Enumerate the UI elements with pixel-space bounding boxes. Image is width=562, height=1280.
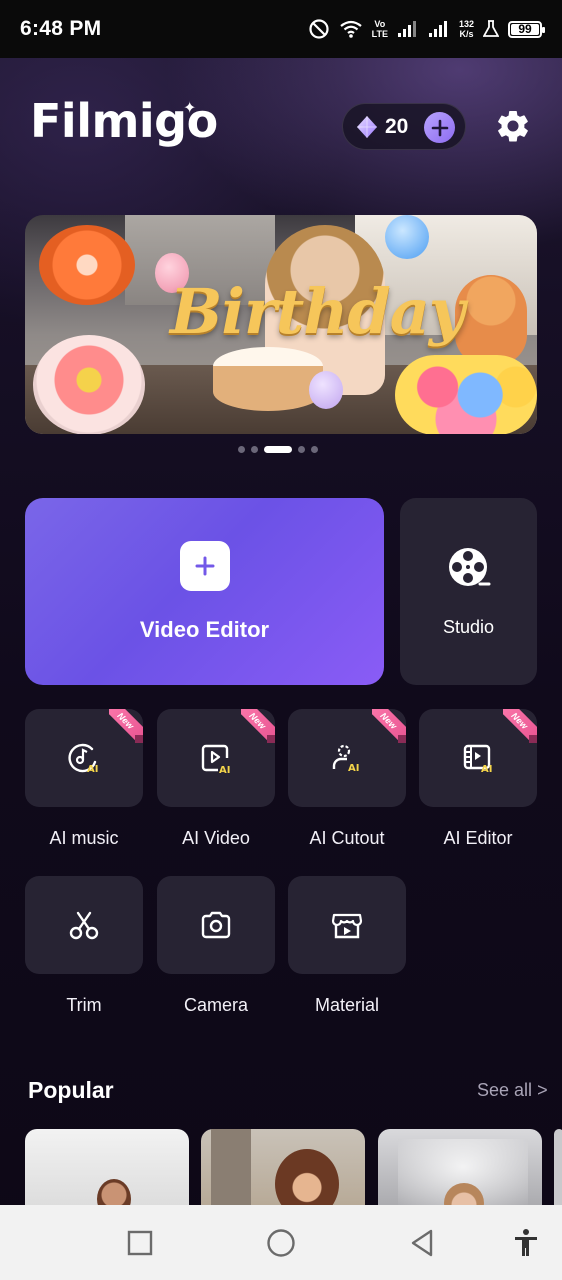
banner-pagination [238, 446, 318, 453]
network-speed-value: 132 [458, 19, 474, 29]
pagination-dot[interactable] [311, 446, 318, 453]
new-badge: New [503, 709, 537, 743]
material-store-icon [331, 913, 363, 939]
ai-video-label: AI Video [182, 828, 250, 848]
home-icon [267, 1228, 295, 1257]
ai-cutout-label: AI Cutout [309, 828, 385, 848]
back-icon [411, 1229, 433, 1256]
ai-video-button[interactable]: AI New [157, 709, 275, 807]
accessibility-icon [515, 1228, 537, 1256]
camera-label: Camera [183, 995, 249, 1015]
network-type-bottom: LTE [371, 29, 388, 39]
flask-icon [483, 20, 499, 38]
plus-icon [431, 119, 448, 136]
system-nav-bar [0, 1205, 562, 1280]
network-type-top: Vo [374, 19, 386, 29]
material-button[interactable] [288, 876, 406, 974]
banner-flower-orange [39, 225, 135, 305]
banner-balloon-bear [455, 275, 527, 365]
svg-text:AI: AI [219, 765, 230, 776]
popular-template-thumbnail[interactable] [554, 1129, 562, 1209]
recents-icon [127, 1230, 153, 1255]
material-label: Material [314, 995, 380, 1015]
popular-title: Popular [28, 1077, 114, 1103]
gear-icon [498, 110, 528, 142]
studio-button[interactable]: Studio [400, 498, 537, 685]
scissors-icon [69, 911, 99, 940]
see-all-link[interactable]: See all > [477, 1080, 548, 1101]
plus-icon [179, 540, 230, 591]
svg-text:AI: AI [348, 763, 359, 774]
network-speed-unit: K/s [459, 29, 474, 39]
ai-cutout-icon: AI [332, 744, 359, 774]
ai-music-icon: AI [68, 743, 98, 775]
video-editor-button[interactable]: Video Editor [25, 498, 384, 685]
ai-video-icon: AI [201, 744, 230, 776]
banner-balloon-blue [385, 215, 429, 259]
see-all-label: See all [477, 1080, 533, 1100]
add-credits-button[interactable] [424, 112, 455, 143]
battery-icon: 99 [508, 20, 545, 38]
network-speed: 132 K/s [459, 19, 474, 39]
ai-music-button[interactable]: AI New [25, 709, 143, 807]
back-button[interactable] [394, 1205, 450, 1280]
new-badge: New [109, 709, 143, 743]
ai-editor-label: AI Editor [443, 828, 513, 848]
promo-banner[interactable]: Birthday [25, 215, 537, 434]
person-image [275, 1149, 339, 1209]
status-bar: 6:48 PM Vo LTE 132 K/s 99 [0, 0, 562, 58]
home-button[interactable] [253, 1205, 309, 1280]
signal-icon [428, 20, 450, 38]
status-icons: Vo LTE 132 K/s 99 [308, 18, 545, 40]
banner-flower-pink [33, 335, 145, 434]
camera-button[interactable] [157, 876, 275, 974]
pagination-dot[interactable] [251, 446, 258, 453]
popular-template-thumbnail[interactable] [378, 1129, 542, 1209]
svg-text:AI: AI [481, 764, 492, 775]
settings-button[interactable] [494, 107, 532, 145]
app-screen: 6:48 PM Vo LTE 132 K/s 99 Filmigo ✦ 20 B… [0, 0, 562, 1280]
status-time: 6:48 PM [20, 17, 102, 40]
pagination-dot[interactable] [298, 446, 305, 453]
battery-percent: 99 [518, 22, 532, 36]
popular-template-thumbnail[interactable] [25, 1129, 189, 1209]
studio-label: Studio [442, 616, 495, 637]
pagination-dot-active[interactable] [264, 446, 292, 453]
trim-button[interactable] [25, 876, 143, 974]
ai-music-label: AI music [49, 828, 119, 848]
banner-title: Birthday [170, 275, 465, 348]
recents-button[interactable] [112, 1205, 168, 1280]
film-reel-icon [447, 546, 491, 595]
popular-template-thumbnail[interactable] [201, 1129, 365, 1209]
ai-editor-button[interactable]: AI New [419, 709, 537, 807]
do-not-disturb-icon [308, 18, 330, 40]
banner-cake-image [213, 347, 323, 411]
accessibility-button[interactable] [498, 1205, 554, 1280]
door-image [211, 1129, 251, 1209]
ai-cutout-button[interactable]: AI New [288, 709, 406, 807]
svg-text:AI: AI [87, 764, 98, 775]
credits-pill[interactable]: 20 [342, 103, 466, 150]
camera-icon [201, 911, 231, 939]
credits-count: 20 [385, 114, 409, 138]
new-badge: New [372, 709, 406, 743]
ai-editor-icon: AI [463, 744, 492, 775]
signal-icon [397, 20, 419, 38]
banner-balloon-cluster [395, 355, 537, 434]
wifi-icon [339, 19, 363, 39]
gem-icon [355, 115, 379, 139]
chevron-right-icon: > [537, 1080, 548, 1100]
banner-balloon-lilac [309, 371, 343, 409]
sparkle-icon: ✦ [183, 100, 197, 117]
pagination-dot[interactable] [238, 446, 245, 453]
new-badge: New [241, 709, 275, 743]
network-type: Vo LTE [372, 19, 388, 39]
video-editor-label: Video Editor [139, 616, 270, 642]
trim-label: Trim [66, 995, 102, 1015]
